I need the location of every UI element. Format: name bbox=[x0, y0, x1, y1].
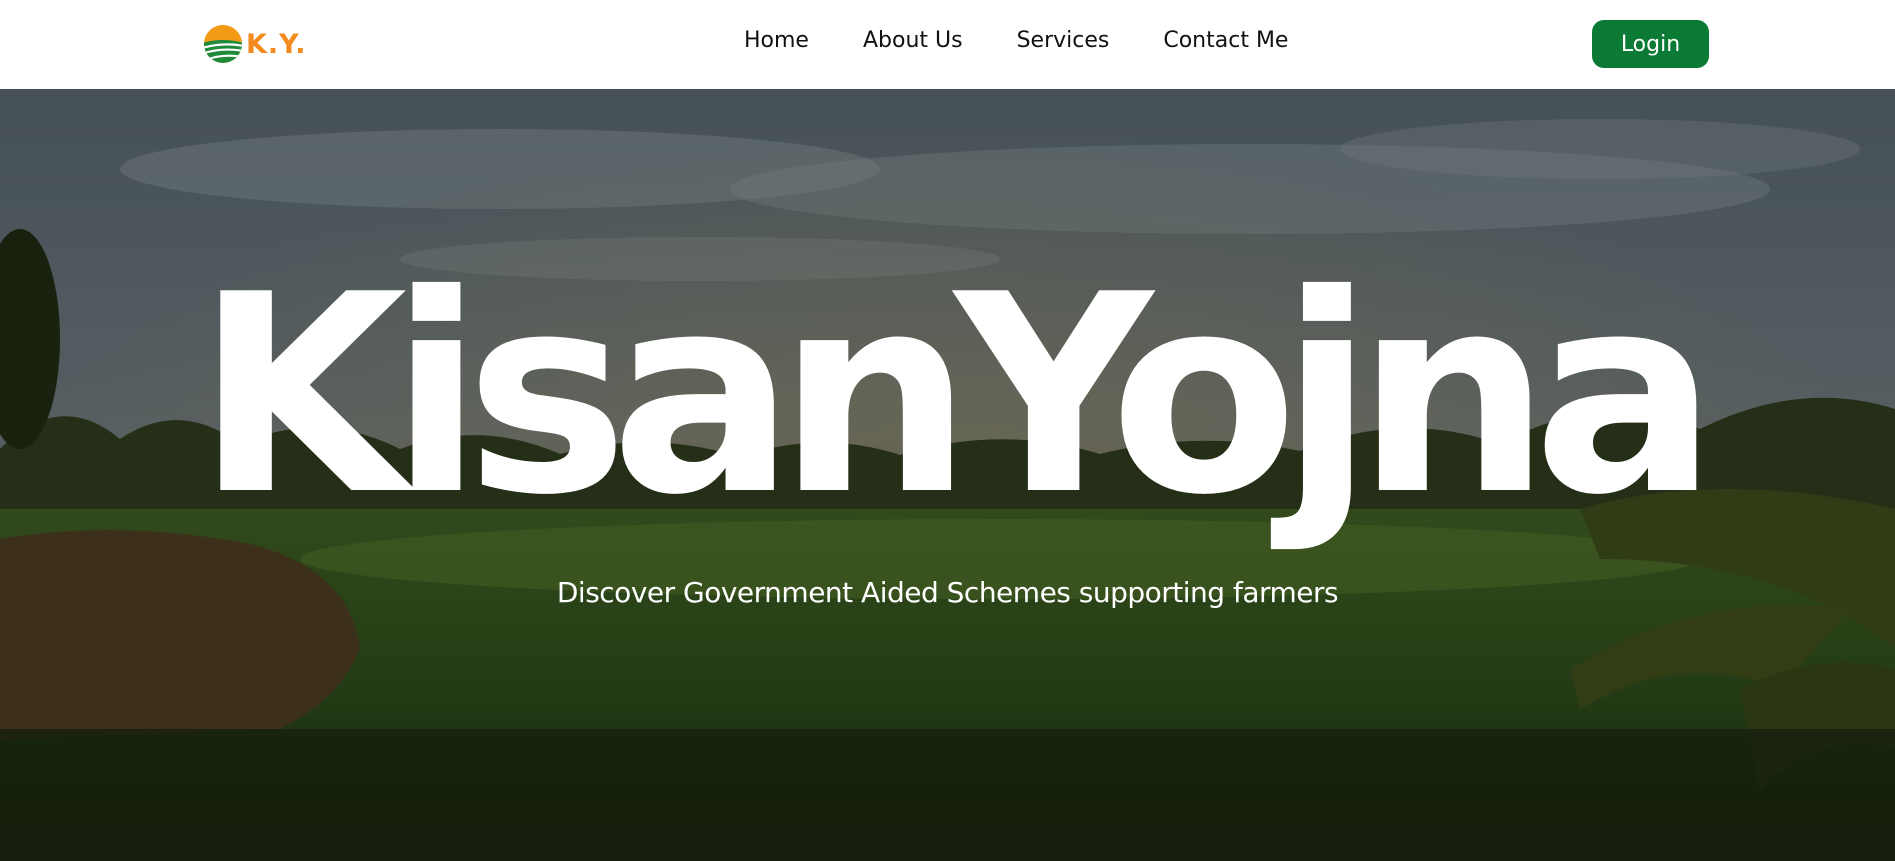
brand-logo[interactable]: K.Y. bbox=[202, 22, 307, 66]
login-button[interactable]: Login bbox=[1592, 20, 1709, 68]
sun-field-icon bbox=[204, 25, 242, 63]
navbar: K.Y. Home About Us Services Contact Me L… bbox=[0, 0, 1895, 89]
hero-title: KisanYojna bbox=[195, 236, 1718, 555]
nav-services[interactable]: Services bbox=[1017, 28, 1110, 53]
nav-contact-me[interactable]: Contact Me bbox=[1163, 28, 1288, 53]
nav-home[interactable]: Home bbox=[744, 28, 809, 53]
nav-about-us[interactable]: About Us bbox=[863, 28, 963, 53]
brand-name: K.Y. bbox=[246, 28, 307, 60]
main-nav: Home About Us Services Contact Me bbox=[744, 28, 1288, 53]
hero-section: KisanYojna Discover Government Aided Sch… bbox=[0, 89, 1895, 861]
hero-subtitle: Discover Government Aided Schemes suppor… bbox=[556, 576, 1339, 609]
